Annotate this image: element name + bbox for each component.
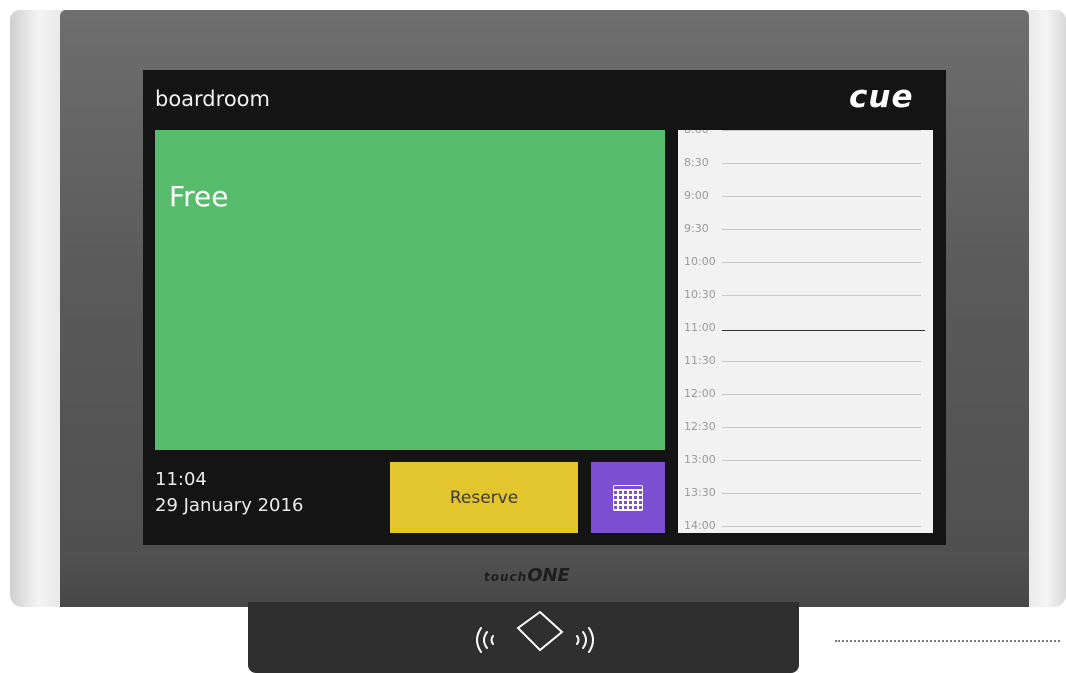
slot-time-label: 10:00 (684, 255, 716, 268)
touch-screen: boardroom cue Free 11:04 29 January 2016… (143, 70, 946, 545)
slot-time-label: 13:00 (684, 453, 716, 466)
current-time-indicator (722, 330, 925, 331)
schedule-slot: 14:00 (678, 516, 933, 533)
slot-time-label: 12:00 (684, 387, 716, 400)
room-status-panel: Free (155, 130, 665, 450)
calendar-button[interactable] (591, 462, 665, 533)
slot-time-label: 9:00 (684, 189, 709, 202)
slot-time-label: 11:30 (684, 354, 716, 367)
slot-time-label: 8:00 (684, 130, 709, 140)
schedule-slot: 9:30 (678, 219, 933, 239)
room-name: boardroom (155, 87, 270, 111)
slot-time-label: 10:30 (684, 288, 716, 301)
reserve-button[interactable]: Reserve (390, 462, 578, 533)
cue-logo: cue (849, 79, 914, 115)
schedule-slot: 12:30 (678, 417, 933, 437)
current-time: 11:04 (155, 469, 207, 490)
schedule-slot: 11:30 (678, 351, 933, 371)
schedule-slot: 10:00 (678, 252, 933, 272)
schedule-slot: 8:00 (678, 130, 933, 140)
device-brand-label: touchONE (484, 565, 570, 586)
dotted-divider (835, 640, 1060, 646)
schedule-slot: 13:30 (678, 483, 933, 503)
schedule-slot: 10:30 (678, 285, 933, 305)
calendar-icon (613, 484, 643, 511)
nfc-reader (248, 602, 799, 673)
slot-time-label: 8:30 (684, 156, 709, 169)
schedule-timeline[interactable]: 8:00 8:30 9:00 9:30 10:00 10:30 11:00 11… (678, 130, 933, 533)
schedule-slot: 12:00 (678, 384, 933, 404)
slot-time-label: 11:00 (684, 321, 716, 334)
slot-time-label: 13:30 (684, 486, 716, 499)
schedule-slot: 8:30 (678, 153, 933, 173)
clock: 11:04 29 January 2016 (155, 467, 303, 519)
slot-time-label: 9:30 (684, 222, 709, 235)
schedule-slot: 11:00 (678, 318, 933, 338)
schedule-slot: 13:00 (678, 450, 933, 470)
nfc-card-icon (476, 610, 594, 653)
schedule-slot: 9:00 (678, 186, 933, 206)
current-date: 29 January 2016 (155, 495, 304, 516)
room-status-text: Free (169, 180, 229, 213)
slot-time-label: 14:00 (684, 519, 716, 532)
slot-time-label: 12:30 (684, 420, 716, 433)
